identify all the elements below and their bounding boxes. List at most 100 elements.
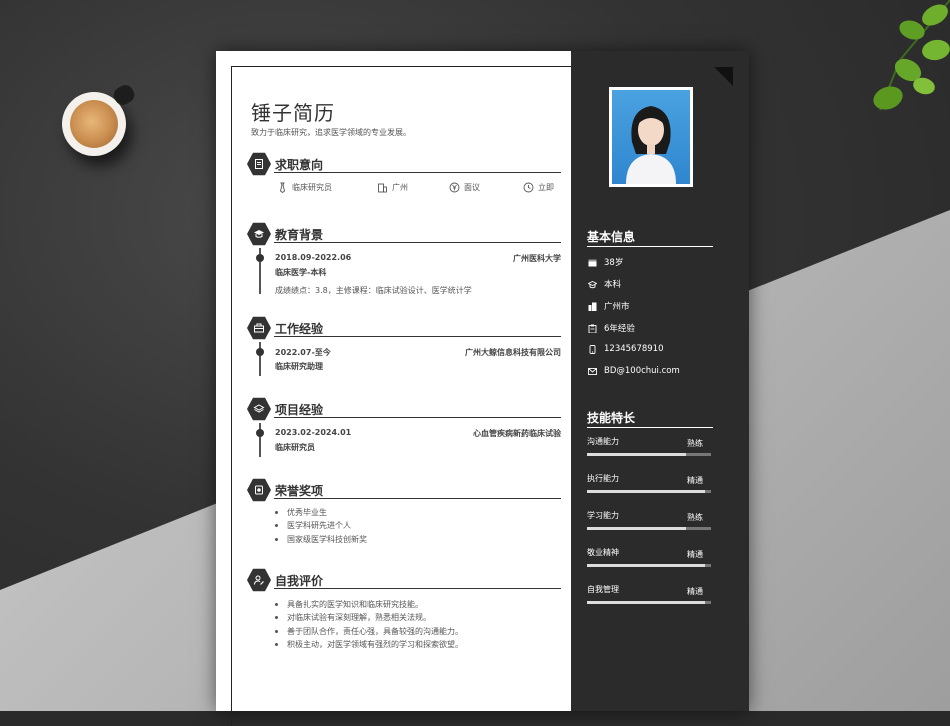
skill-bar	[587, 527, 711, 530]
plant-leaves-decoration	[873, 0, 950, 111]
section-self-evaluation: 自我评价 具备扎实的医学知识和临床研究技能。 对临床试验有深刻理解，熟悉相关法规…	[247, 568, 561, 653]
self-evaluation-list: 具备扎实的医学知识和临床研究技能。 对临床试验有深刻理解，熟悉相关法规。 善于团…	[275, 598, 463, 651]
education-date: 2018.09-2022.06	[275, 253, 352, 262]
skill-level: 精通	[687, 476, 703, 485]
section-title: 荣誉奖项	[275, 484, 324, 498]
list-item: 积极主动，对医学领域有强烈的学习和探索欲望。	[275, 638, 463, 651]
mail-icon	[588, 367, 597, 375]
section-project: 项目经验 2023.02-2024.01 心血管疾病新药临床试验 临床研究员	[247, 397, 561, 457]
divider	[587, 427, 713, 428]
person-edit-icon	[247, 568, 271, 592]
calendar-icon	[588, 259, 597, 266]
skill-level: 精通	[687, 587, 703, 596]
skill-bar	[587, 601, 711, 604]
list-item: 优秀毕业生	[275, 506, 367, 519]
skill-name: 敬业精神	[587, 548, 619, 557]
skill-level: 精通	[687, 550, 703, 559]
section-title: 求职意向	[275, 158, 324, 172]
section-work: 工作经验 2022.07-至今 广州大鲸信息科技有限公司 临床研究助理	[247, 316, 561, 376]
skill-bar-fill	[587, 527, 687, 530]
building-icon	[378, 183, 387, 193]
skill-name: 执行能力	[587, 474, 619, 483]
skill-bar-fill	[587, 564, 705, 567]
info-phone: 12345678910	[588, 344, 664, 354]
clock-icon	[523, 182, 534, 193]
intent-city: 广州	[377, 182, 408, 193]
section-awards: 荣誉奖项 优秀毕业生 医学科研先进个人 国家级医学科技创新奖	[247, 478, 561, 553]
project-date: 2023.02-2024.01	[275, 428, 352, 437]
skill-bar	[587, 490, 711, 493]
work-company: 广州大鲸信息科技有限公司	[465, 348, 561, 357]
project-name: 心血管疾病新药临床试验	[473, 429, 561, 438]
skills-title: 技能特长	[587, 411, 636, 425]
resume-sidebar: 基本信息 38岁 本科 广州市 6年经验 12345678910 BD@100c…	[571, 51, 749, 711]
info-city: 广州市	[588, 300, 630, 312]
layers-icon	[247, 397, 271, 421]
skill-bar-fill	[587, 453, 687, 456]
intent-availability: 立即	[523, 182, 554, 193]
timeline-dot	[256, 254, 264, 262]
avatar	[609, 87, 693, 187]
divider	[274, 336, 561, 337]
education-school: 广州医科大学	[513, 254, 561, 263]
timeline-dot	[256, 429, 264, 437]
skill-bar	[587, 453, 711, 456]
section-title: 项目经验	[275, 403, 324, 417]
divider	[274, 498, 561, 499]
clipboard-icon	[588, 324, 597, 333]
phone-icon	[589, 344, 596, 354]
skill-name: 沟通能力	[587, 437, 619, 446]
list-item: 医学科研先进个人	[275, 519, 367, 532]
list-item: 善于团队合作，责任心强，具备较强的沟通能力。	[275, 625, 463, 638]
section-title: 自我评价	[275, 574, 324, 588]
resume-paper: 锤子简历 致力于临床研究，追求医学领域的专业发展。 求职意向 临床研究员 广州	[216, 51, 749, 726]
info-email: BD@100chui.com	[588, 366, 680, 376]
section-education: 教育背景 2018.09-2022.06 广州医科大学 临床医学-本科 成绩绩点…	[247, 222, 561, 302]
project-role: 临床研究员	[275, 443, 315, 452]
work-role: 临床研究助理	[275, 362, 323, 371]
section-job-intent: 求职意向 临床研究员 广州 面议 立即	[247, 152, 561, 193]
awards-list: 优秀毕业生 医学科研先进个人 国家级医学科技创新奖	[275, 506, 367, 546]
work-date: 2022.07-至今	[275, 348, 331, 357]
basic-info-title: 基本信息	[587, 230, 636, 244]
resume-main-column: 锤子简历 致力于临床研究，追求医学领域的专业发展。 求职意向 临床研究员 广州	[231, 66, 571, 726]
document-icon	[247, 152, 271, 176]
timeline-dot	[256, 348, 264, 356]
corner-fold-decoration	[714, 67, 733, 86]
resume-name: 锤子简历	[251, 101, 335, 125]
tie-icon	[279, 182, 286, 193]
education-description: 成绩绩点：3.8，主修课程：临床试验设计、医学统计学	[275, 286, 472, 295]
graduation-cap-icon	[247, 222, 271, 246]
divider	[274, 588, 561, 589]
city-icon	[588, 302, 597, 311]
list-item: 对临床试验有深刻理解，熟悉相关法规。	[275, 611, 463, 624]
divider	[274, 172, 561, 173]
skill-name: 自我管理	[587, 585, 619, 594]
skill-level: 熟练	[687, 439, 703, 448]
divider	[274, 242, 561, 243]
list-item: 具备扎实的医学知识和临床研究技能。	[275, 598, 463, 611]
info-education: 本科	[588, 278, 621, 290]
resume-tagline: 致力于临床研究，追求医学领域的专业发展。	[251, 128, 411, 137]
skill-name: 学习能力	[587, 511, 619, 520]
portrait-image	[626, 106, 676, 184]
coffee-cup-decoration	[62, 82, 138, 156]
section-title: 教育背景	[275, 228, 324, 242]
divider	[587, 246, 713, 247]
medal-icon	[247, 478, 271, 502]
skill-level: 熟练	[687, 513, 703, 522]
intent-position: 临床研究员	[277, 182, 332, 193]
intent-salary: 面议	[449, 182, 480, 193]
briefcase-icon	[247, 316, 271, 340]
section-title: 工作经验	[275, 322, 324, 336]
graduation-icon	[588, 280, 597, 288]
yen-icon	[449, 182, 460, 193]
skill-bar-fill	[587, 601, 705, 604]
skill-bar-fill	[587, 490, 705, 493]
skill-bar	[587, 564, 711, 567]
divider	[274, 417, 561, 418]
list-item: 国家级医学科技创新奖	[275, 533, 367, 546]
info-experience: 6年经验	[588, 322, 635, 334]
info-age: 38岁	[588, 256, 623, 268]
education-major: 临床医学-本科	[275, 268, 327, 277]
